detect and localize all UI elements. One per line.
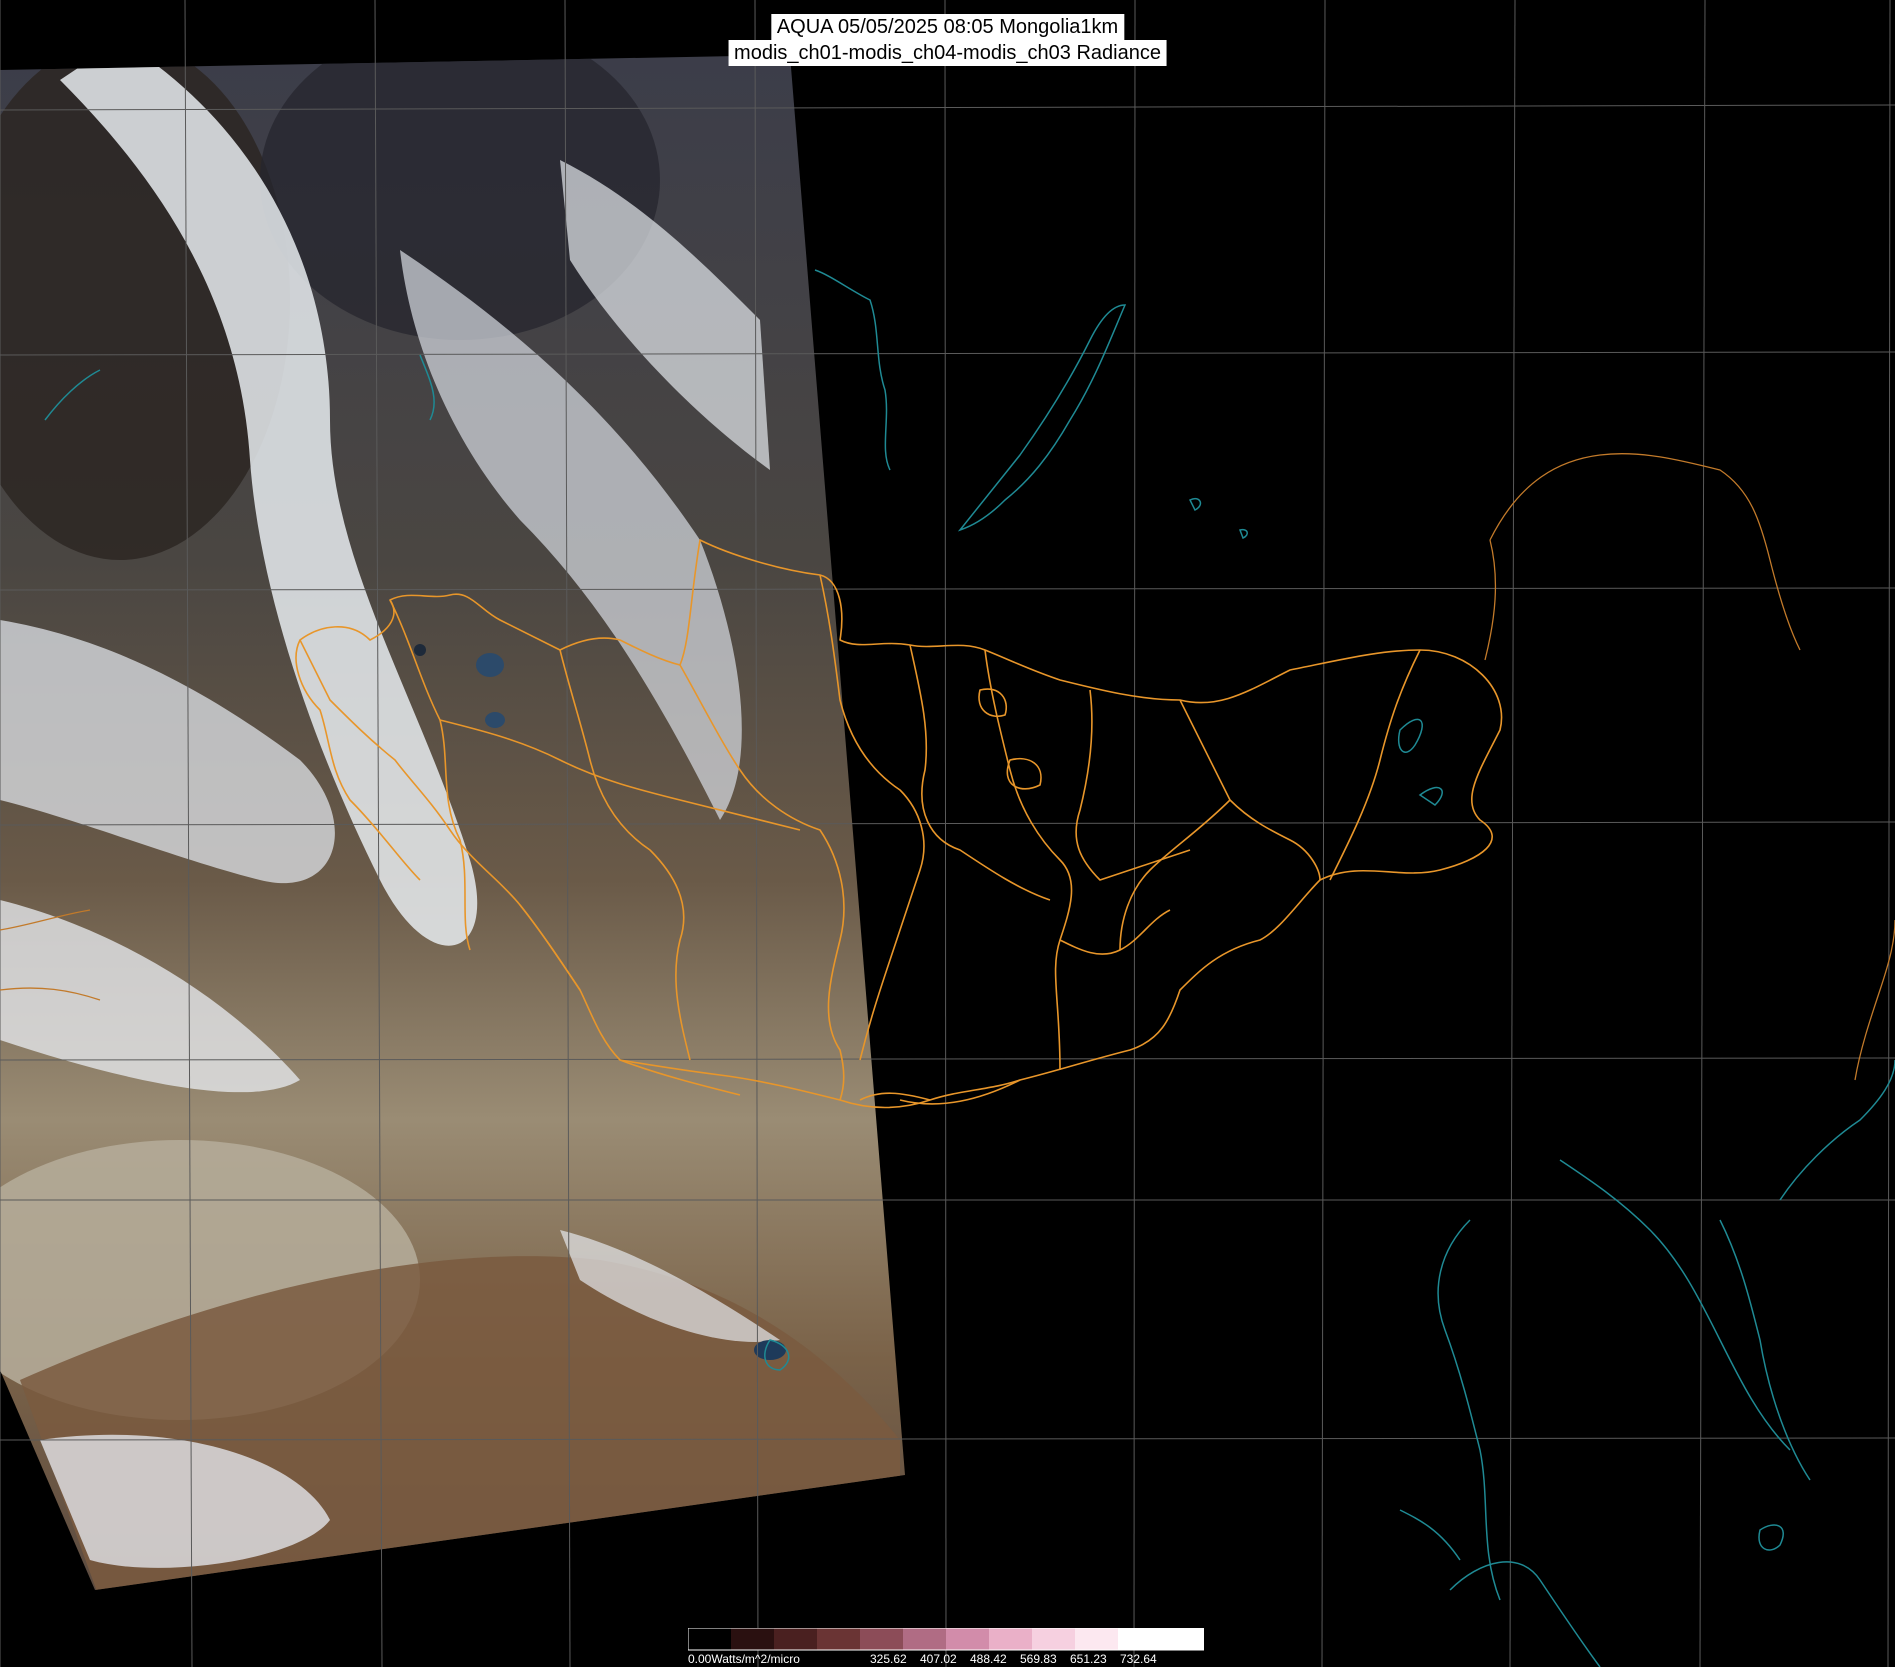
- colorbar-swatch: [817, 1628, 861, 1650]
- colorbar-swatch: [1032, 1628, 1076, 1650]
- colorbar-label-min: 0.00Watts/m^2/micro: [688, 1652, 800, 1666]
- map-subtitle: modis_ch01-modis_ch04-modis_ch03 Radianc…: [728, 40, 1167, 66]
- colorbar-tick-label: 488.42: [970, 1652, 1007, 1666]
- colorbar-tick-label: 732.64: [1120, 1652, 1157, 1666]
- map-title: AQUA 05/05/2025 08:05 Mongolia1km: [770, 14, 1125, 40]
- colorbar-tick-label: 569.83: [1020, 1652, 1057, 1666]
- colorbar-swatch: [1118, 1628, 1162, 1650]
- satellite-swath: [0, 55, 905, 1590]
- colorbar-tick-label: 651.23: [1070, 1652, 1107, 1666]
- colorbar-swatch: [731, 1628, 775, 1650]
- colorbar-swatch: [860, 1628, 904, 1650]
- satellite-map: [0, 0, 1895, 1667]
- colorbar-swatches: [688, 1628, 1204, 1650]
- colorbar-swatch: [903, 1628, 947, 1650]
- colorbar-tick-label: 325.62: [870, 1652, 907, 1666]
- colorbar-tick-label: 407.02: [920, 1652, 957, 1666]
- colorbar-legend: 0.00Watts/m^2/micro 325.62 407.02 488.42…: [688, 1628, 1204, 1666]
- colorbar-swatch: [774, 1628, 818, 1650]
- colorbar-swatch: [1075, 1628, 1119, 1650]
- colorbar-swatch: [1161, 1628, 1204, 1650]
- colorbar-swatch: [946, 1628, 990, 1650]
- colorbar-swatch: [989, 1628, 1033, 1650]
- colorbar-swatch: [688, 1628, 732, 1650]
